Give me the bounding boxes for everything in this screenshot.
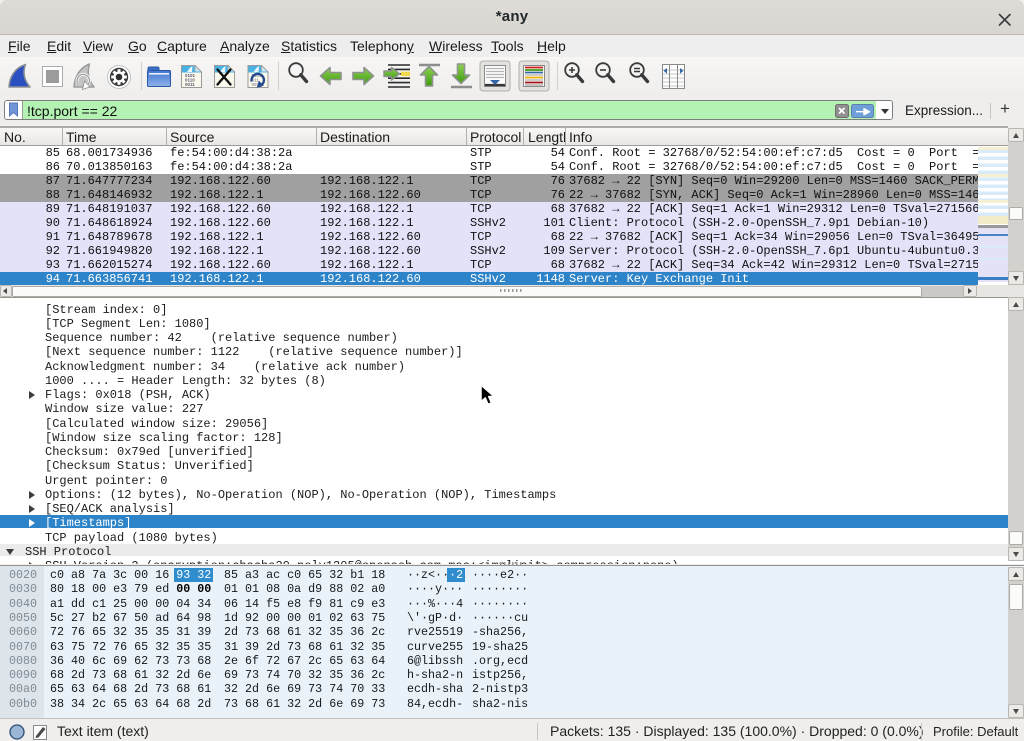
svg-text:0011: 0011: [185, 82, 195, 87]
